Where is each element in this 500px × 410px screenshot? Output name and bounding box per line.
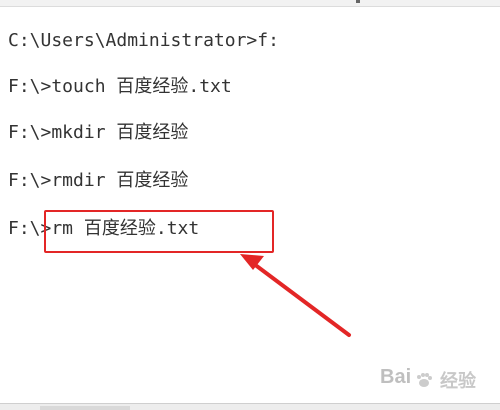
terminal-line-4: F:\>rmdir 百度经验	[8, 170, 189, 191]
baidu-watermark: Bai 经验	[380, 366, 490, 394]
bottom-scroll-segment	[40, 406, 130, 410]
watermark-subtext: 经验	[440, 371, 476, 391]
terminal-line-1: C:\Users\Administrator>f:	[8, 30, 279, 51]
terminal-line-3: F:\>mkdir 百度经验	[8, 122, 189, 143]
command-prompt-output: C:\Users\Administrator>f: F:\>touch 百度经验…	[0, 0, 500, 406]
terminal-line-2: F:\>touch 百度经验.txt	[8, 76, 232, 97]
red-highlight-box	[44, 210, 274, 253]
